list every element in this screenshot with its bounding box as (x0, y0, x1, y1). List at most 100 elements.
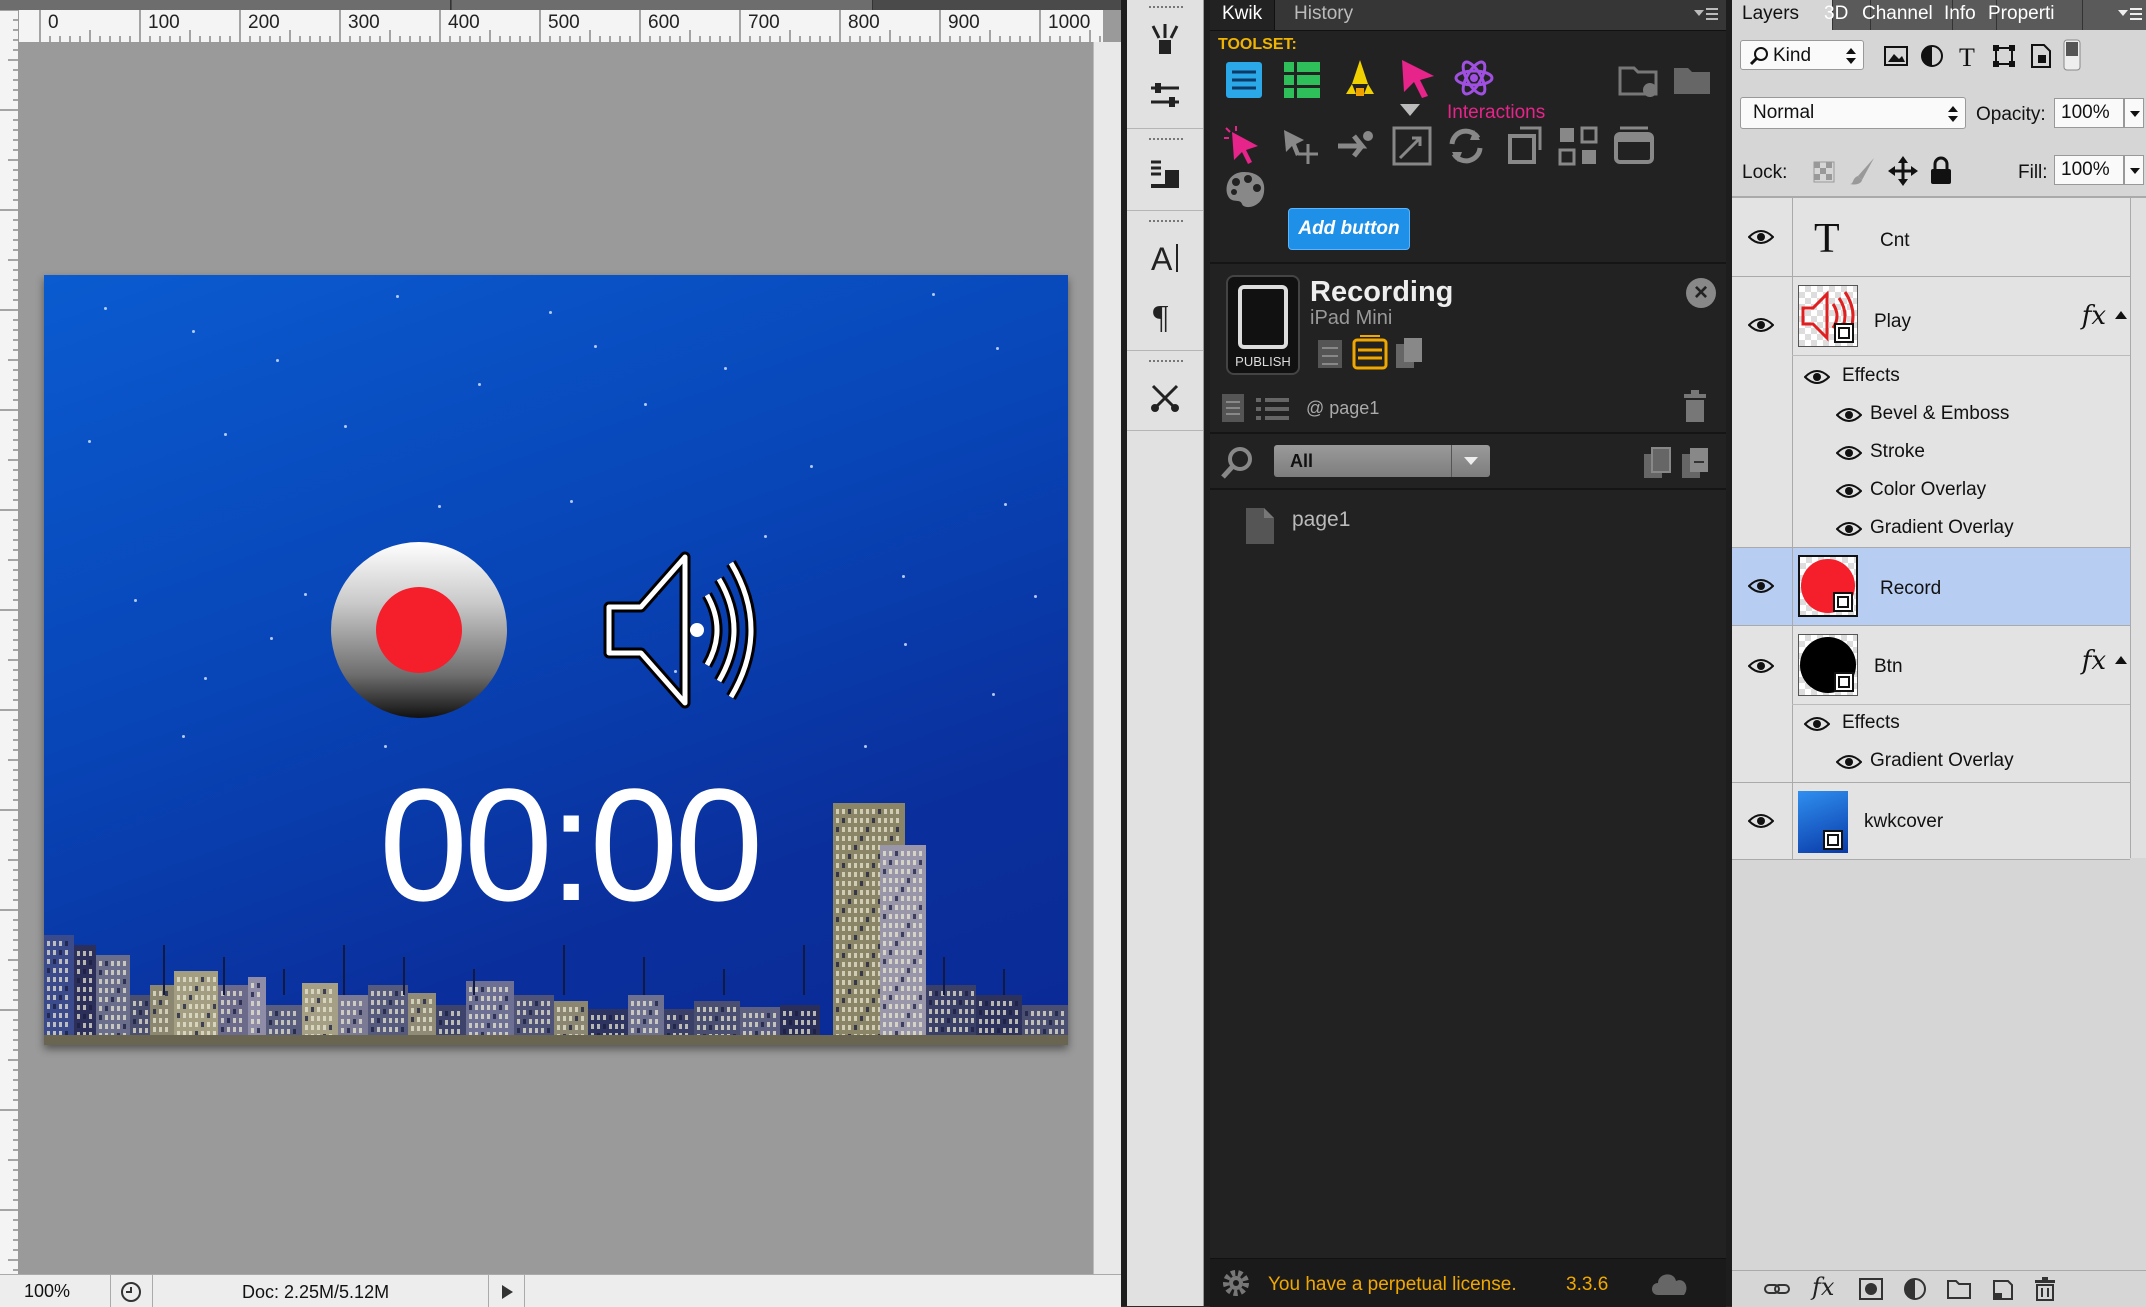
eye-icon[interactable] (1836, 754, 1862, 770)
interactions-dropdown-icon[interactable] (1400, 104, 1420, 116)
export-pages-icon[interactable] (1680, 446, 1712, 480)
document-tab[interactable] (452, 0, 873, 10)
canvas-scrollbar[interactable] (1093, 42, 1122, 1274)
status-icon[interactable] (120, 1281, 142, 1303)
cloud-icon[interactable] (1650, 1269, 1690, 1297)
artboard[interactable]: 00:00 (44, 275, 1068, 1045)
scale-icon[interactable] (1390, 124, 1434, 168)
fill-input[interactable]: 100% (2054, 155, 2124, 185)
open-folder-icon[interactable] (1672, 58, 1716, 102)
adjustment-layer-filter-icon[interactable] (1918, 42, 1946, 70)
doc-size-info[interactable]: Doc: 2.25M/5.12M (242, 1282, 389, 1303)
blend-mode-dropdown[interactable]: Normal (1740, 97, 1966, 129)
effects-group[interactable]: Effects (1804, 363, 2124, 391)
visibility-toggle[interactable] (1732, 198, 1793, 276)
new-group-folder-icon[interactable] (1946, 1277, 1972, 1301)
grid-icon[interactable] (1280, 58, 1324, 102)
eye-icon[interactable] (1836, 483, 1862, 499)
horizontal-ruler[interactable]: 0 100 200 300 400 500 600 700 800 900 10… (18, 10, 1103, 43)
link-layers-icon[interactable] (1764, 1277, 1790, 1301)
opacity-dropdown[interactable] (2124, 98, 2144, 128)
visibility-toggle[interactable] (1732, 277, 1793, 547)
eye-icon[interactable] (1836, 445, 1862, 461)
close-project-button[interactable]: × (1686, 278, 1716, 308)
effects-group[interactable]: Effects (1804, 710, 2124, 738)
effect-item[interactable]: Stroke (1836, 439, 2126, 467)
effect-item[interactable]: Color Overlay (1836, 477, 2126, 505)
resize-icon[interactable] (1500, 124, 1544, 168)
tool-presets-icon[interactable] (1147, 380, 1183, 416)
effect-item[interactable]: Bevel & Emboss (1836, 401, 2126, 429)
collapse-arrow-icon[interactable] (2114, 309, 2128, 321)
document-tab-bar[interactable] (0, 0, 1121, 10)
new-folder-icon[interactable] (1618, 58, 1662, 102)
delete-layer-trash-icon[interactable] (2032, 1277, 2058, 1301)
record-button[interactable] (331, 542, 507, 718)
duplicate-page-icon[interactable] (1642, 446, 1674, 480)
tiles-icon[interactable] (1556, 124, 1600, 168)
search-icon[interactable] (1220, 446, 1254, 480)
character-icon[interactable]: A (1147, 240, 1183, 276)
atom-icon[interactable] (1452, 56, 1496, 100)
pages-icon[interactable] (1222, 58, 1266, 102)
rocket-icon[interactable] (1338, 58, 1382, 102)
layer-row-play[interactable]: Play fx Effects Bevel & Emboss Stroke Co… (1732, 277, 2130, 548)
layer-name[interactable]: Play (1874, 311, 1911, 333)
new-adjustment-layer-icon[interactable] (1902, 1277, 1928, 1301)
lock-image-brush-icon[interactable] (1848, 156, 1878, 186)
media-library-icon[interactable] (1352, 334, 1388, 372)
opacity-input[interactable]: 100% (2054, 98, 2124, 128)
layer-row-record[interactable]: Record (1732, 548, 2130, 626)
page-icon[interactable] (1220, 392, 1246, 424)
filter-kind-dropdown[interactable]: Kind (1740, 40, 1864, 70)
panel-menu-icon[interactable] (2116, 6, 2142, 22)
filter-toggle-icon[interactable] (2062, 38, 2082, 72)
layer-name[interactable]: Record (1880, 578, 1941, 600)
layer-row-kwkcover[interactable]: kwkcover (1732, 783, 2130, 860)
tab-history[interactable]: History (1282, 0, 1365, 30)
layer-row-btn[interactable]: Btn fx Effects Gradient Overlay (1732, 626, 2130, 783)
clone-source-icon[interactable] (1147, 156, 1183, 192)
move-action-icon[interactable] (1278, 124, 1322, 168)
layer-effects-icon[interactable]: fx (2082, 301, 2106, 331)
tab-kwik[interactable]: Kwik (1210, 0, 1276, 30)
layer-name[interactable]: kwkcover (1864, 811, 1943, 833)
brush-presets-icon[interactable] (1147, 22, 1183, 58)
paragraph-icon[interactable]: ¶ (1147, 296, 1183, 332)
layer-effects-icon[interactable]: fx (2082, 646, 2106, 676)
export-assets-icon[interactable] (1314, 336, 1346, 372)
lock-transparent-icon[interactable] (1810, 158, 1838, 186)
trash-icon[interactable] (1682, 390, 1708, 424)
zoom-level[interactable]: 100% (24, 1281, 70, 1302)
lock-all-icon[interactable] (1928, 156, 1954, 186)
lock-position-move-icon[interactable] (1888, 156, 1918, 186)
add-button[interactable]: Add button (1288, 208, 1410, 250)
pointer-action-icon[interactable] (1222, 124, 1266, 168)
effect-item[interactable]: Gradient Overlay (1836, 748, 2126, 776)
document-tab[interactable] (0, 0, 451, 10)
page-list-item[interactable]: page1 (1210, 490, 1726, 550)
adjustments-icon[interactable] (1147, 78, 1183, 114)
new-layer-icon[interactable] (1990, 1277, 2016, 1301)
add-mask-icon[interactable] (1858, 1277, 1884, 1301)
layer-row-cnt[interactable]: T Cnt (1732, 198, 2130, 277)
visibility-toggle[interactable] (1732, 626, 1793, 782)
interactions-cursor-icon[interactable] (1396, 56, 1440, 100)
speaker-icon[interactable] (599, 545, 769, 715)
eye-icon[interactable] (1804, 369, 1830, 385)
eye-icon[interactable] (1836, 407, 1862, 423)
shape-layer-filter-icon[interactable] (1990, 42, 2018, 70)
pixel-layer-filter-icon[interactable] (1882, 42, 1910, 70)
eye-icon[interactable] (1804, 716, 1830, 732)
layers-scrollbar[interactable] (2130, 198, 2146, 858)
publish-button[interactable]: PUBLISH (1226, 275, 1300, 375)
visibility-toggle[interactable] (1732, 548, 1793, 625)
window-icon[interactable] (1612, 124, 1656, 168)
fill-dropdown[interactable] (2124, 155, 2144, 185)
layer-name[interactable]: Cnt (1880, 230, 1910, 252)
list-icon[interactable] (1256, 396, 1290, 422)
tab-properties[interactable]: Properti (1978, 0, 2083, 30)
filter-dropdown[interactable]: All (1274, 445, 1490, 477)
smart-object-filter-icon[interactable] (2026, 42, 2054, 70)
animation-path-icon[interactable] (1334, 124, 1378, 168)
